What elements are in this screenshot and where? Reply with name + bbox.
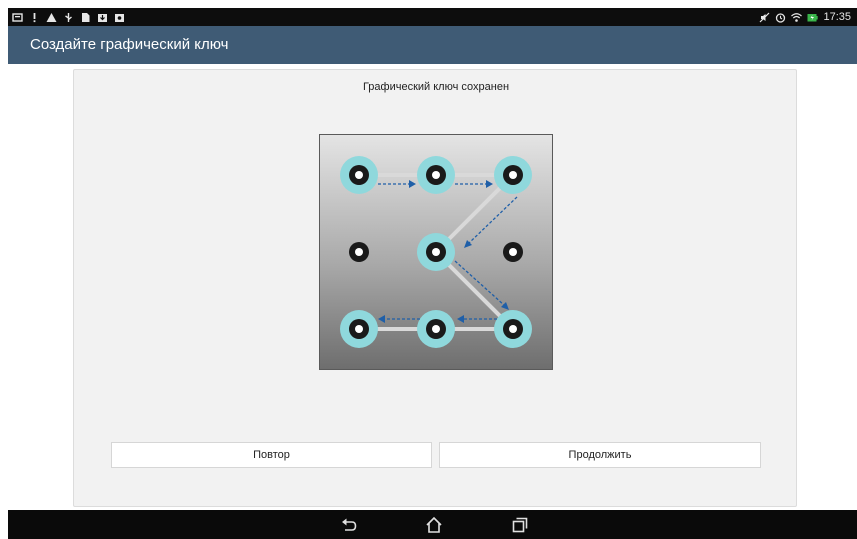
status-system: 17:35 — [759, 10, 851, 24]
pattern-dot-5[interactable] — [417, 233, 455, 271]
alert-icon — [29, 12, 40, 23]
pattern-dot-7[interactable] — [340, 310, 378, 348]
retry-button[interactable]: Повтор — [111, 442, 432, 468]
pattern-dot-8[interactable] — [417, 310, 455, 348]
pattern-dot-3[interactable] — [494, 156, 532, 194]
continue-button[interactable]: Продолжить — [439, 442, 761, 468]
photo-icon — [114, 12, 125, 23]
recent-apps-icon[interactable] — [510, 515, 530, 535]
pattern-dot-2[interactable] — [417, 156, 455, 194]
home-icon[interactable] — [424, 515, 444, 535]
device-screen: 17:35 Создайте графический ключ Графичес… — [8, 8, 857, 539]
wifi-icon — [791, 12, 803, 23]
pattern-lock-pad[interactable] — [319, 134, 553, 370]
warning-icon — [46, 12, 57, 23]
status-notifications — [12, 10, 125, 24]
action-bar: Создайте графический ключ — [8, 26, 857, 64]
status-time: 17:35 — [823, 11, 851, 23]
battery-charging-icon — [807, 12, 819, 23]
pattern-card: Графический ключ сохранен Повтор Продолж… — [73, 69, 797, 507]
pattern-lock-graphic — [340, 156, 532, 348]
back-icon[interactable] — [339, 515, 359, 535]
content-area: Графический ключ сохранен Повтор Продолж… — [8, 64, 857, 510]
usb-icon — [63, 12, 74, 23]
pattern-dot-6[interactable] — [503, 242, 523, 262]
pattern-dot-9[interactable] — [494, 310, 532, 348]
page-title: Создайте графический ключ — [30, 36, 229, 53]
alarm-icon — [775, 12, 786, 23]
notification-message-icon — [12, 12, 23, 23]
mute-icon — [759, 12, 770, 23]
download-icon — [97, 12, 108, 23]
pattern-dot-4[interactable] — [349, 242, 369, 262]
file-icon — [80, 12, 91, 23]
pattern-status-header: Графический ключ сохранен — [362, 81, 510, 93]
status-bar: 17:35 — [8, 8, 857, 26]
pattern-dot-1[interactable] — [340, 156, 378, 194]
navigation-bar — [8, 510, 857, 539]
